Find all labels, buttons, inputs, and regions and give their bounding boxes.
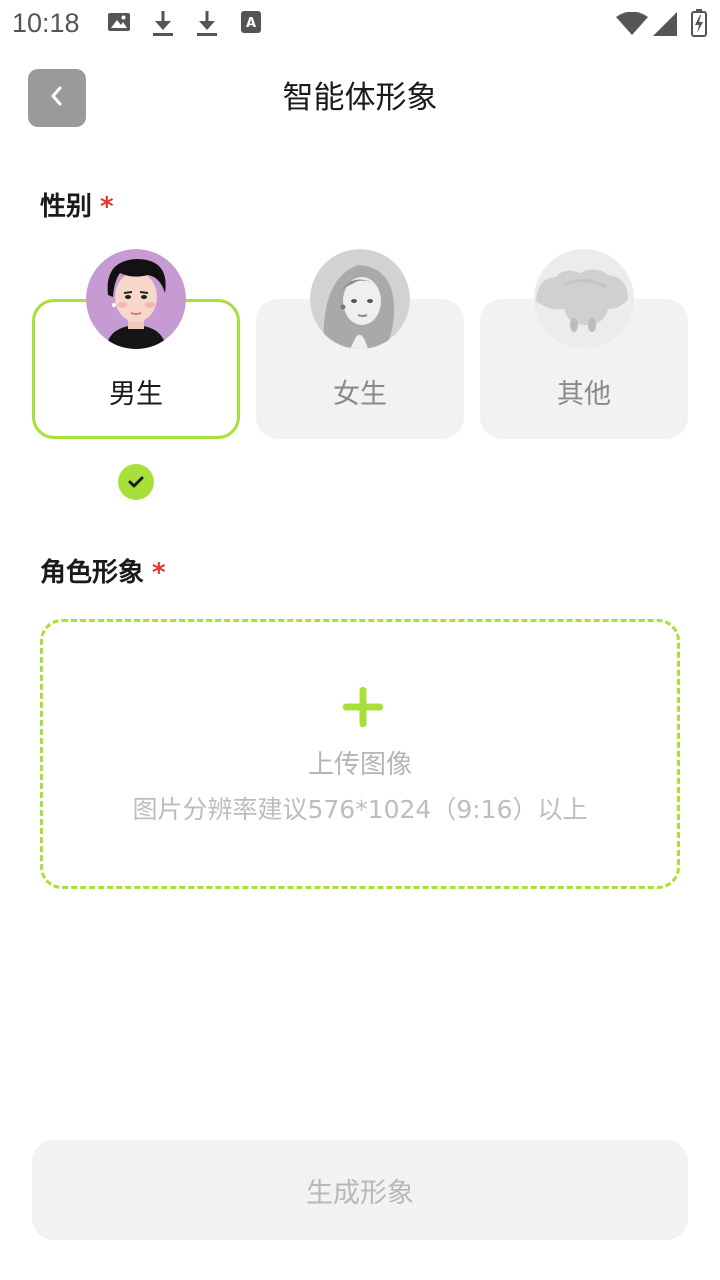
required-mark: * bbox=[152, 558, 166, 588]
required-mark: * bbox=[100, 192, 114, 222]
page-title: 智能体形象 bbox=[282, 80, 438, 116]
download-icon bbox=[195, 10, 219, 40]
character-label-text: 角色形象 bbox=[40, 558, 145, 588]
character-label: 角色形象 * bbox=[40, 555, 166, 591]
upload-hint: 图片分辨率建议576*1024（9:16）以上 bbox=[132, 795, 588, 824]
gender-label-text: 性别 bbox=[40, 192, 93, 222]
gender-option-label: 男生 bbox=[109, 379, 163, 410]
female-avatar[interactable] bbox=[310, 249, 410, 349]
upload-image-area[interactable]: 上传图像 图片分辨率建议576*1024（9:16）以上 bbox=[40, 619, 680, 889]
upload-label: 上传图像 bbox=[307, 750, 412, 780]
plus-icon bbox=[343, 687, 383, 727]
status-bar: 10:18 A bbox=[0, 0, 720, 50]
wifi-icon bbox=[616, 11, 648, 40]
battery-charging-icon bbox=[691, 9, 707, 41]
male-avatar[interactable] bbox=[86, 249, 186, 349]
font-icon: A bbox=[241, 10, 263, 38]
cell-signal-icon bbox=[653, 12, 677, 40]
gender-option-label: 其他 bbox=[557, 379, 611, 410]
generate-button[interactable]: 生成形象 bbox=[32, 1140, 688, 1240]
status-time: 10:18 bbox=[12, 8, 80, 38]
image-icon bbox=[107, 10, 131, 38]
gender-label: 性别 * bbox=[40, 189, 114, 225]
selected-check-icon bbox=[118, 464, 154, 500]
other-avatar[interactable] bbox=[534, 249, 634, 349]
gender-option-label: 女生 bbox=[333, 379, 387, 410]
download-icon bbox=[151, 10, 175, 40]
svg-text:A: A bbox=[246, 16, 256, 31]
